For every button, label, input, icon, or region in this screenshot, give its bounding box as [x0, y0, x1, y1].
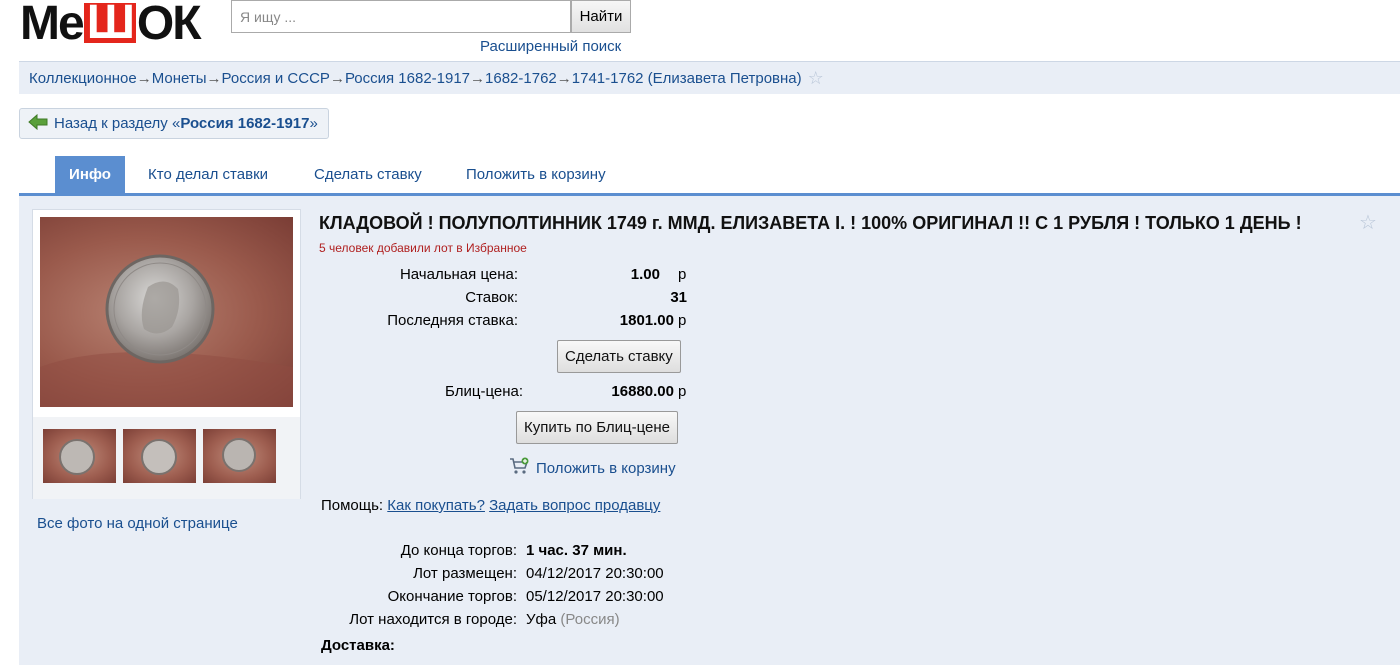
lot-panel: Все фото на одной странице КЛАДОВОЙ ! ПО… [19, 196, 1400, 665]
breadcrumb-item-coins[interactable]: Монеты [152, 70, 207, 87]
bids-label: Ставок: [465, 289, 518, 306]
search-input[interactable] [231, 0, 571, 33]
country-name: (Россия) [560, 611, 620, 628]
thumbnail-photo-1[interactable] [43, 429, 116, 483]
ask-seller-link[interactable]: Задать вопрос продавцу [489, 497, 660, 514]
blitz-price-label: Блиц-цена: [445, 383, 523, 400]
site-logo[interactable]: Ме Ш ОК [20, 0, 202, 50]
favorites-count: 5 человек добавили лот в Избранное [319, 241, 527, 255]
help-row: Помощь: Как покупать? Задать вопрос прод… [321, 497, 660, 514]
thumbnail-photo-2[interactable] [123, 429, 196, 483]
breadcrumb-separator: → [206, 69, 222, 87]
last-bid-value: 1801.00 [619, 312, 674, 329]
breadcrumb-item-collectibles[interactable]: Коллекционное [29, 70, 137, 87]
thumbnail-photo-3[interactable] [203, 429, 276, 483]
back-prefix: Назад к разделу « [54, 115, 181, 132]
breadcrumb: Коллекционное → Монеты → Россия и СССР →… [19, 61, 1400, 94]
tab-info[interactable]: Инфо [55, 156, 125, 193]
buy-now-button[interactable]: Купить по Блиц-цене [516, 411, 679, 444]
last-bid-label: Последняя ставка: [387, 312, 518, 329]
delivery-label: Доставка: [321, 637, 395, 654]
breadcrumb-separator: → [470, 69, 486, 87]
tab-bidders[interactable]: Кто делал ставки [136, 156, 280, 193]
end-label: Окончание торгов: [387, 588, 517, 605]
add-to-cart-link[interactable]: Положить в корзину [509, 457, 676, 479]
time-left-label: До конца торгов: [400, 542, 517, 559]
breadcrumb-separator: → [556, 69, 572, 87]
currency-symbol: р [678, 312, 687, 329]
cart-icon [509, 457, 529, 479]
main-coin-photo[interactable] [40, 217, 293, 407]
search-button[interactable]: Найти [571, 0, 631, 33]
back-to-section-button[interactable]: Назад к разделу «Россия 1682-1917» [19, 108, 329, 139]
start-price-value: 1.00 [630, 266, 660, 283]
blitz-price-value: 16880.00 [611, 383, 674, 400]
favorite-star-icon[interactable]: ☆ [1359, 210, 1377, 235]
tab-add-to-cart[interactable]: Положить в корзину [454, 156, 618, 193]
back-section: Россия 1682-1917 [180, 115, 310, 132]
currency-symbol: р [678, 266, 687, 283]
time-left-value: 1 час. 37 мин. [526, 542, 627, 559]
breadcrumb-item-russia-ussr[interactable]: Россия и СССР [222, 70, 330, 87]
lot-title: КЛАДОВОЙ ! ПОЛУПОЛТИННИК 1749 г. ММД. ЕЛ… [319, 213, 1302, 233]
all-photos-link[interactable]: Все фото на одной странице [37, 515, 238, 532]
photo-gallery [32, 209, 301, 499]
breadcrumb-item-russia-1682-1917[interactable]: Россия 1682-1917 [345, 70, 470, 87]
header: МеШОК Найти Расширенный поиск [0, 0, 1400, 60]
breadcrumb-item-1682-1762[interactable]: 1682-1762 [485, 70, 557, 87]
posted-label: Лот размещен: [413, 565, 517, 582]
back-arrow-icon [28, 113, 48, 134]
city-value: Уфа (Россия) [526, 611, 620, 628]
thumbnail-strip [33, 417, 300, 499]
currency-symbol: р [678, 383, 687, 400]
add-to-cart-label: Положить в корзину [536, 459, 676, 477]
advanced-search-link[interactable]: Расширенный поиск [480, 38, 621, 55]
city-label: Лот находится в городе: [349, 611, 517, 628]
logo-text-right: ОК [136, 0, 202, 50]
bids-count: 31 [670, 289, 687, 306]
breadcrumb-separator: → [329, 69, 345, 87]
end-value: 05/12/2017 20:30:00 [526, 588, 664, 605]
start-price-label: Начальная цена: [399, 266, 518, 283]
place-bid-button[interactable]: Сделать ставку [557, 340, 681, 373]
logo-text-left: Ме [20, 0, 85, 50]
breadcrumb-item-elizabeth[interactable]: 1741-1762 (Елизавета Петровна) [572, 70, 802, 87]
how-to-buy-link[interactable]: Как покупать? [387, 497, 485, 514]
city-name: Уфа [526, 611, 557, 628]
tab-place-bid[interactable]: Сделать ставку [302, 156, 434, 193]
help-label: Помощь: [321, 497, 384, 514]
logo-text-mid: Ш [83, 0, 136, 47]
breadcrumb-separator: → [136, 69, 152, 87]
favorite-star-icon[interactable]: ☆ [808, 68, 824, 89]
lot-tabs: Инфо Кто делал ставки Сделать ставку Пол… [19, 156, 1400, 196]
back-suffix: » [309, 115, 318, 132]
posted-value: 04/12/2017 20:30:00 [526, 565, 664, 582]
